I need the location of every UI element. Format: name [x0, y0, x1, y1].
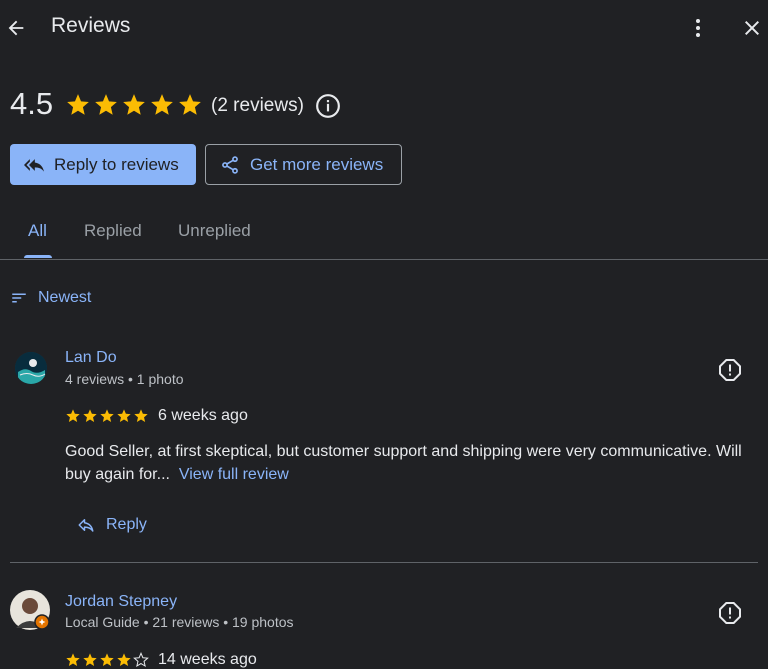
review-stars: [65, 408, 149, 424]
star-icon: [117, 409, 131, 422]
share-icon: [222, 155, 238, 174]
review-text: Good Seller, at first skeptical, but cus…: [65, 440, 755, 486]
review-time: 6 weeks ago: [158, 407, 248, 424]
tab-all[interactable]: All: [28, 221, 47, 241]
active-tab-indicator: [24, 255, 52, 258]
star-icon: [100, 409, 114, 422]
reply-to-reviews-label: Reply to reviews: [54, 154, 179, 174]
avatar-image: [10, 590, 50, 630]
arrow-left-icon: [8, 20, 24, 36]
page-title: Reviews: [51, 14, 131, 37]
reviewer-name[interactable]: Jordan Stepney: [65, 593, 177, 611]
reply-all-icon: [24, 158, 44, 172]
get-more-reviews-button[interactable]: Get more reviews: [205, 144, 402, 185]
star-icon: [95, 94, 117, 115]
review-count: (2 reviews): [211, 95, 304, 116]
review-body: Good Seller, at first skeptical, but cus…: [65, 443, 742, 483]
star-icon: [83, 409, 97, 422]
more-options-button[interactable]: [682, 12, 714, 44]
view-full-review-link[interactable]: View full review: [179, 466, 289, 483]
sort-label: Newest: [38, 289, 92, 306]
back-button[interactable]: [0, 12, 32, 44]
avatar: [10, 590, 50, 630]
sort-button[interactable]: Newest: [10, 289, 91, 307]
reviewer-name[interactable]: Lan Do: [65, 349, 117, 367]
sort-icon: [12, 293, 26, 303]
reply-label: Reply: [106, 516, 147, 533]
info-icon: [316, 94, 340, 118]
close-button[interactable]: [736, 12, 768, 44]
reply-button[interactable]: Reply: [77, 516, 147, 534]
star-icon: [123, 94, 145, 115]
tab-replied[interactable]: Replied: [84, 221, 142, 241]
reply-icon: [78, 519, 94, 532]
rating-value: 4.5: [10, 86, 54, 121]
star-icon: [179, 94, 201, 115]
report-review-button[interactable]: [714, 354, 746, 386]
star-icon: [134, 409, 148, 422]
star-icon: [151, 94, 173, 115]
close-icon: [745, 21, 759, 35]
star-icon: [67, 94, 89, 115]
star-icon: [66, 409, 80, 422]
info-button[interactable]: [312, 90, 344, 122]
more-vert-icon: [696, 19, 700, 37]
report-icon: [719, 602, 741, 624]
report-icon: [719, 359, 741, 381]
reviewer-meta: Local Guide • 21 reviews • 19 photos: [65, 614, 294, 630]
avatar-image: [15, 352, 47, 384]
reviewer-meta: 4 reviews • 1 photo: [65, 371, 184, 387]
get-more-reviews-label: Get more reviews: [250, 154, 384, 174]
avatar: [15, 352, 47, 384]
tabs-divider: [0, 259, 768, 260]
review-time: 14 weeks ago: [158, 651, 257, 668]
report-review-button[interactable]: [714, 597, 746, 629]
reply-to-reviews-button[interactable]: Reply to reviews: [10, 144, 196, 185]
review-separator: [10, 562, 758, 563]
rating-stars: [65, 92, 203, 118]
tab-unreplied[interactable]: Unreplied: [178, 221, 251, 241]
